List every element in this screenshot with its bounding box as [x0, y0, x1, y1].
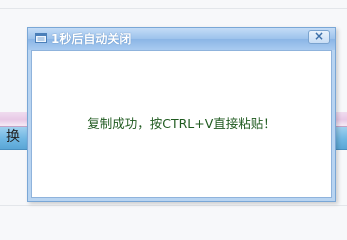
background-divider — [0, 205, 347, 206]
dialog-message: 复制成功，按CTRL+V直接粘贴！ — [87, 116, 276, 131]
dialog-title-bar[interactable]: 1秒后自动关闭 × — [28, 28, 335, 50]
auto-close-dialog: 1秒后自动关闭 × 复制成功，按CTRL+V直接粘贴！ — [27, 27, 336, 202]
background-divider — [0, 8, 347, 9]
background-tab-label[interactable]: 换 — [6, 126, 20, 148]
window-icon — [35, 33, 47, 43]
close-icon: × — [313, 29, 325, 43]
dialog-title: 1秒后自动关闭 — [51, 32, 132, 46]
dialog-content: 复制成功，按CTRL+V直接粘贴！ — [31, 50, 332, 198]
close-button[interactable]: × — [308, 30, 330, 44]
